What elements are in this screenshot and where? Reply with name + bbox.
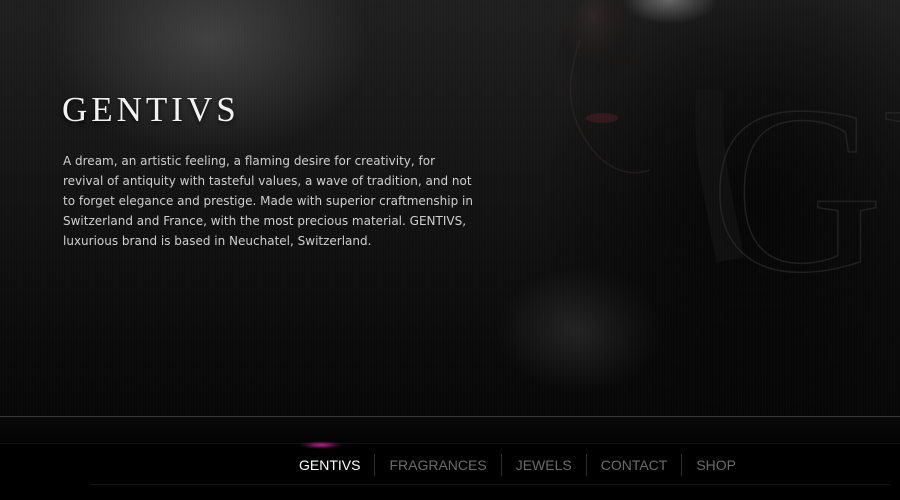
brand-title: GENTIVS <box>62 90 240 129</box>
main-navigation: GENTIVS FRAGRANCES JEWELS CONTACT SHOP <box>285 454 750 476</box>
nav-item-fragrances[interactable]: FRAGRANCES <box>375 454 500 476</box>
brand-description: A dream, an artistic feeling, a flaming … <box>63 154 473 248</box>
model-portrait-image: GV <box>540 0 900 416</box>
nav-item-shop[interactable]: SHOP <box>682 454 750 476</box>
nav-item-gentivs[interactable]: GENTIVS <box>285 454 374 476</box>
nav-item-jewels[interactable]: JEWELS <box>502 454 586 476</box>
nav-item-contact[interactable]: CONTACT <box>587 454 682 476</box>
nav-top-band <box>0 417 900 443</box>
monogram-watermark: GV <box>710 56 900 322</box>
divider <box>90 484 890 485</box>
active-indicator-glow <box>300 441 342 449</box>
page: GV GENTIVS A dream, an artistic feeling,… <box>0 0 900 500</box>
